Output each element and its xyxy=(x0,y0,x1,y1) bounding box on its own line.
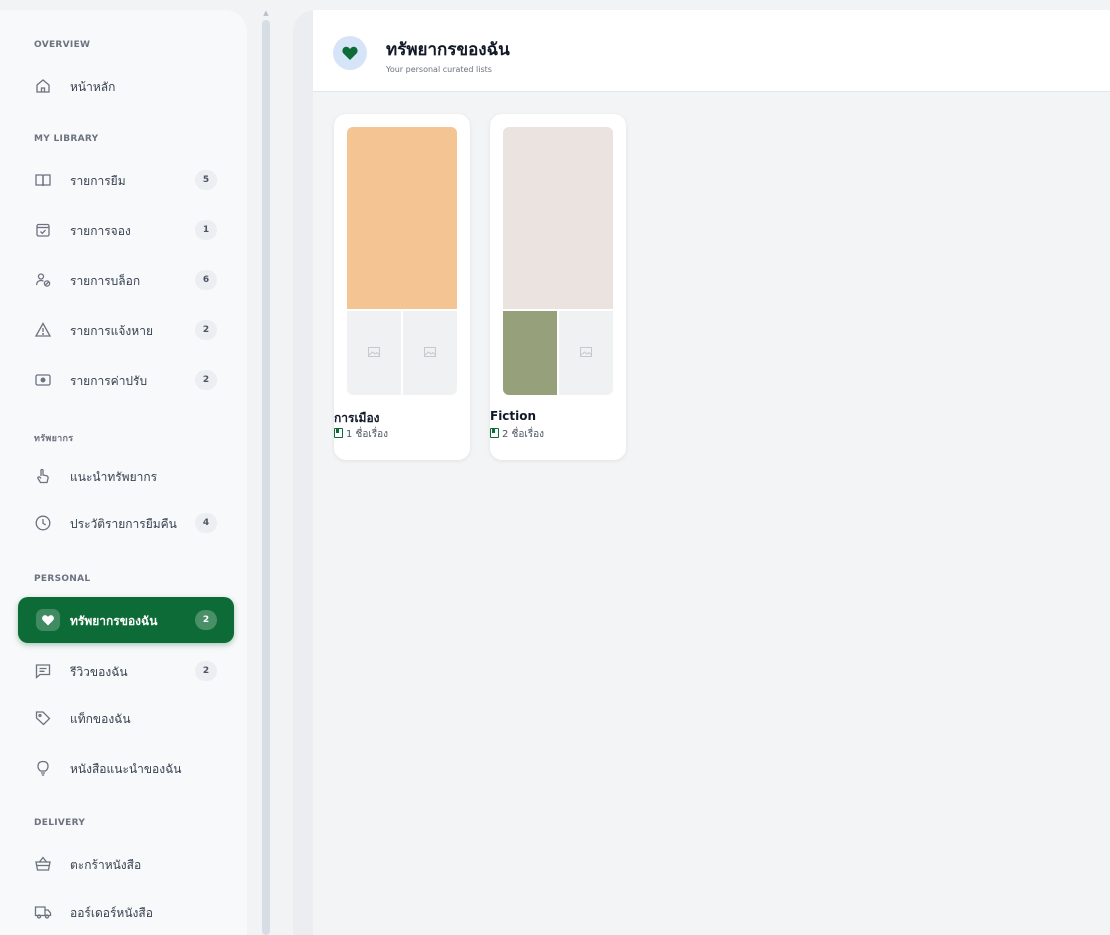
sidebar-item-my-tags[interactable]: แท็กของฉัน xyxy=(18,695,234,741)
sidebar-item-home[interactable]: หน้าหลัก xyxy=(18,63,234,109)
sidebar-scrollbar[interactable] xyxy=(262,20,270,935)
collection-card-fiction[interactable]: Fiction 2 ชื่อเรื่อง xyxy=(490,114,626,460)
sidebar-item-label: รีวิวของฉัน xyxy=(70,665,128,679)
collection-name: การเมือง xyxy=(334,411,380,425)
calendar-check-icon xyxy=(34,221,52,239)
scroll-up-arrow-icon[interactable]: ▲ xyxy=(263,10,269,17)
comment-icon xyxy=(34,662,52,680)
collection-card-politics[interactable]: การเมือง 1 ชื่อเรื่อง xyxy=(334,114,470,460)
image-placeholder-icon xyxy=(559,311,613,395)
page-subtitle: Your personal curated lists xyxy=(386,65,492,74)
basket-icon xyxy=(34,855,52,873)
book-icon xyxy=(334,428,343,438)
sidebar-item-label: รายการยืม xyxy=(70,174,126,188)
page-title: ทรัพยากรของฉัน xyxy=(386,40,510,60)
section-label-my-library: MY LIBRARY xyxy=(34,134,99,144)
sidebar-item-lost[interactable]: รายการแจ้งหาย 2 xyxy=(18,307,234,353)
heart-icon xyxy=(36,609,60,631)
count-badge: 2 xyxy=(195,320,217,340)
collection-count: 2 ชื่อเรื่อง xyxy=(490,427,544,442)
sidebar-item-label: รายการจอง xyxy=(70,224,131,238)
page-header: ทรัพยากรของฉัน Your personal curated lis… xyxy=(313,10,1110,92)
clock-icon xyxy=(34,514,52,532)
home-icon xyxy=(34,77,52,95)
sidebar-item-label: รายการบล็อก xyxy=(70,274,141,288)
sidebar-item-label: หน้าหลัก xyxy=(70,80,116,94)
warning-icon xyxy=(34,321,52,339)
sidebar-item-recommend[interactable]: แนะนำทรัพยากร xyxy=(18,453,234,499)
sidebar-item-basket[interactable]: ตะกร้าหนังสือ xyxy=(18,841,234,887)
section-label-delivery: DELIVERY xyxy=(34,818,86,828)
book-icon xyxy=(490,428,499,438)
lightbulb-icon xyxy=(34,759,52,777)
sidebar-item-loans[interactable]: รายการยืม 5 xyxy=(18,157,234,203)
count-badge: 5 xyxy=(195,170,217,190)
sidebar-item-my-reviews[interactable]: รีวิวของฉัน 2 xyxy=(18,648,234,694)
section-label-personal: PERSONAL xyxy=(34,574,91,584)
user-block-icon xyxy=(34,271,52,289)
collection-count-text: 1 ชื่อเรื่อง xyxy=(346,429,389,440)
sidebar-item-reservations[interactable]: รายการจอง 1 xyxy=(18,207,234,253)
sidebar-item-label: ออร์เดอร์หนังสือ xyxy=(70,906,153,920)
header-heart-icon xyxy=(333,36,367,70)
truck-icon xyxy=(34,903,52,921)
count-badge: 4 xyxy=(195,513,217,533)
collection-count-text: 2 ชื่อเรื่อง xyxy=(502,429,545,440)
sidebar-item-label: ประวัติรายการยืมคืน xyxy=(70,517,177,531)
tag-icon xyxy=(34,709,52,727)
money-icon xyxy=(34,371,52,389)
count-badge: 6 xyxy=(195,270,217,290)
collection-name: Fiction xyxy=(490,409,537,423)
hand-pointer-icon xyxy=(34,467,52,485)
image-placeholder-icon xyxy=(347,311,401,395)
sidebar-item-fines[interactable]: รายการค่าปรับ 2 xyxy=(18,357,234,403)
section-label-resources: ทรัพยากร xyxy=(34,434,74,444)
collections-grid: การเมือง 1 ชื่อเรื่อง Fiction 2 ชื่อเรื่… xyxy=(313,92,1110,935)
count-badge: 2 xyxy=(195,661,217,681)
image-placeholder-icon xyxy=(403,311,457,395)
book-icon xyxy=(34,171,52,189)
sidebar-item-label: รายการแจ้งหาย xyxy=(70,324,153,338)
count-badge: 2 xyxy=(195,610,217,630)
section-label-overview: OVERVIEW xyxy=(34,40,91,50)
book-cover-thumb xyxy=(503,311,557,395)
sidebar-item-blocks[interactable]: รายการบล็อก 6 xyxy=(18,257,234,303)
sidebar-item-label: แนะนำทรัพยากร xyxy=(70,470,158,484)
book-cover xyxy=(347,127,457,309)
sidebar-item-label: รายการค่าปรับ xyxy=(70,374,148,388)
sidebar-item-my-resources[interactable]: ทรัพยากรของฉัน 2 xyxy=(18,597,234,643)
sidebar-item-orders[interactable]: ออร์เดอร์หนังสือ xyxy=(18,889,234,935)
book-cover xyxy=(503,127,613,309)
collection-count: 1 ชื่อเรื่อง xyxy=(334,427,388,442)
sidebar-item-label: หนังสือแนะนำของฉัน xyxy=(70,762,182,776)
main-panel: ทรัพยากรของฉัน Your personal curated lis… xyxy=(293,10,1110,935)
sidebar-item-label: แท็กของฉัน xyxy=(70,712,131,726)
count-badge: 1 xyxy=(195,220,217,240)
sidebar-item-history[interactable]: ประวัติรายการยืมคืน 4 xyxy=(18,500,234,546)
count-badge: 2 xyxy=(195,370,217,390)
sidebar: OVERVIEW หน้าหลัก MY LIBRARY รายการยืม 5… xyxy=(0,10,247,935)
sidebar-item-label: ตะกร้าหนังสือ xyxy=(70,858,142,872)
sidebar-item-my-recommended-books[interactable]: หนังสือแนะนำของฉัน xyxy=(18,745,234,791)
sidebar-item-label: ทรัพยากรของฉัน xyxy=(70,614,158,628)
